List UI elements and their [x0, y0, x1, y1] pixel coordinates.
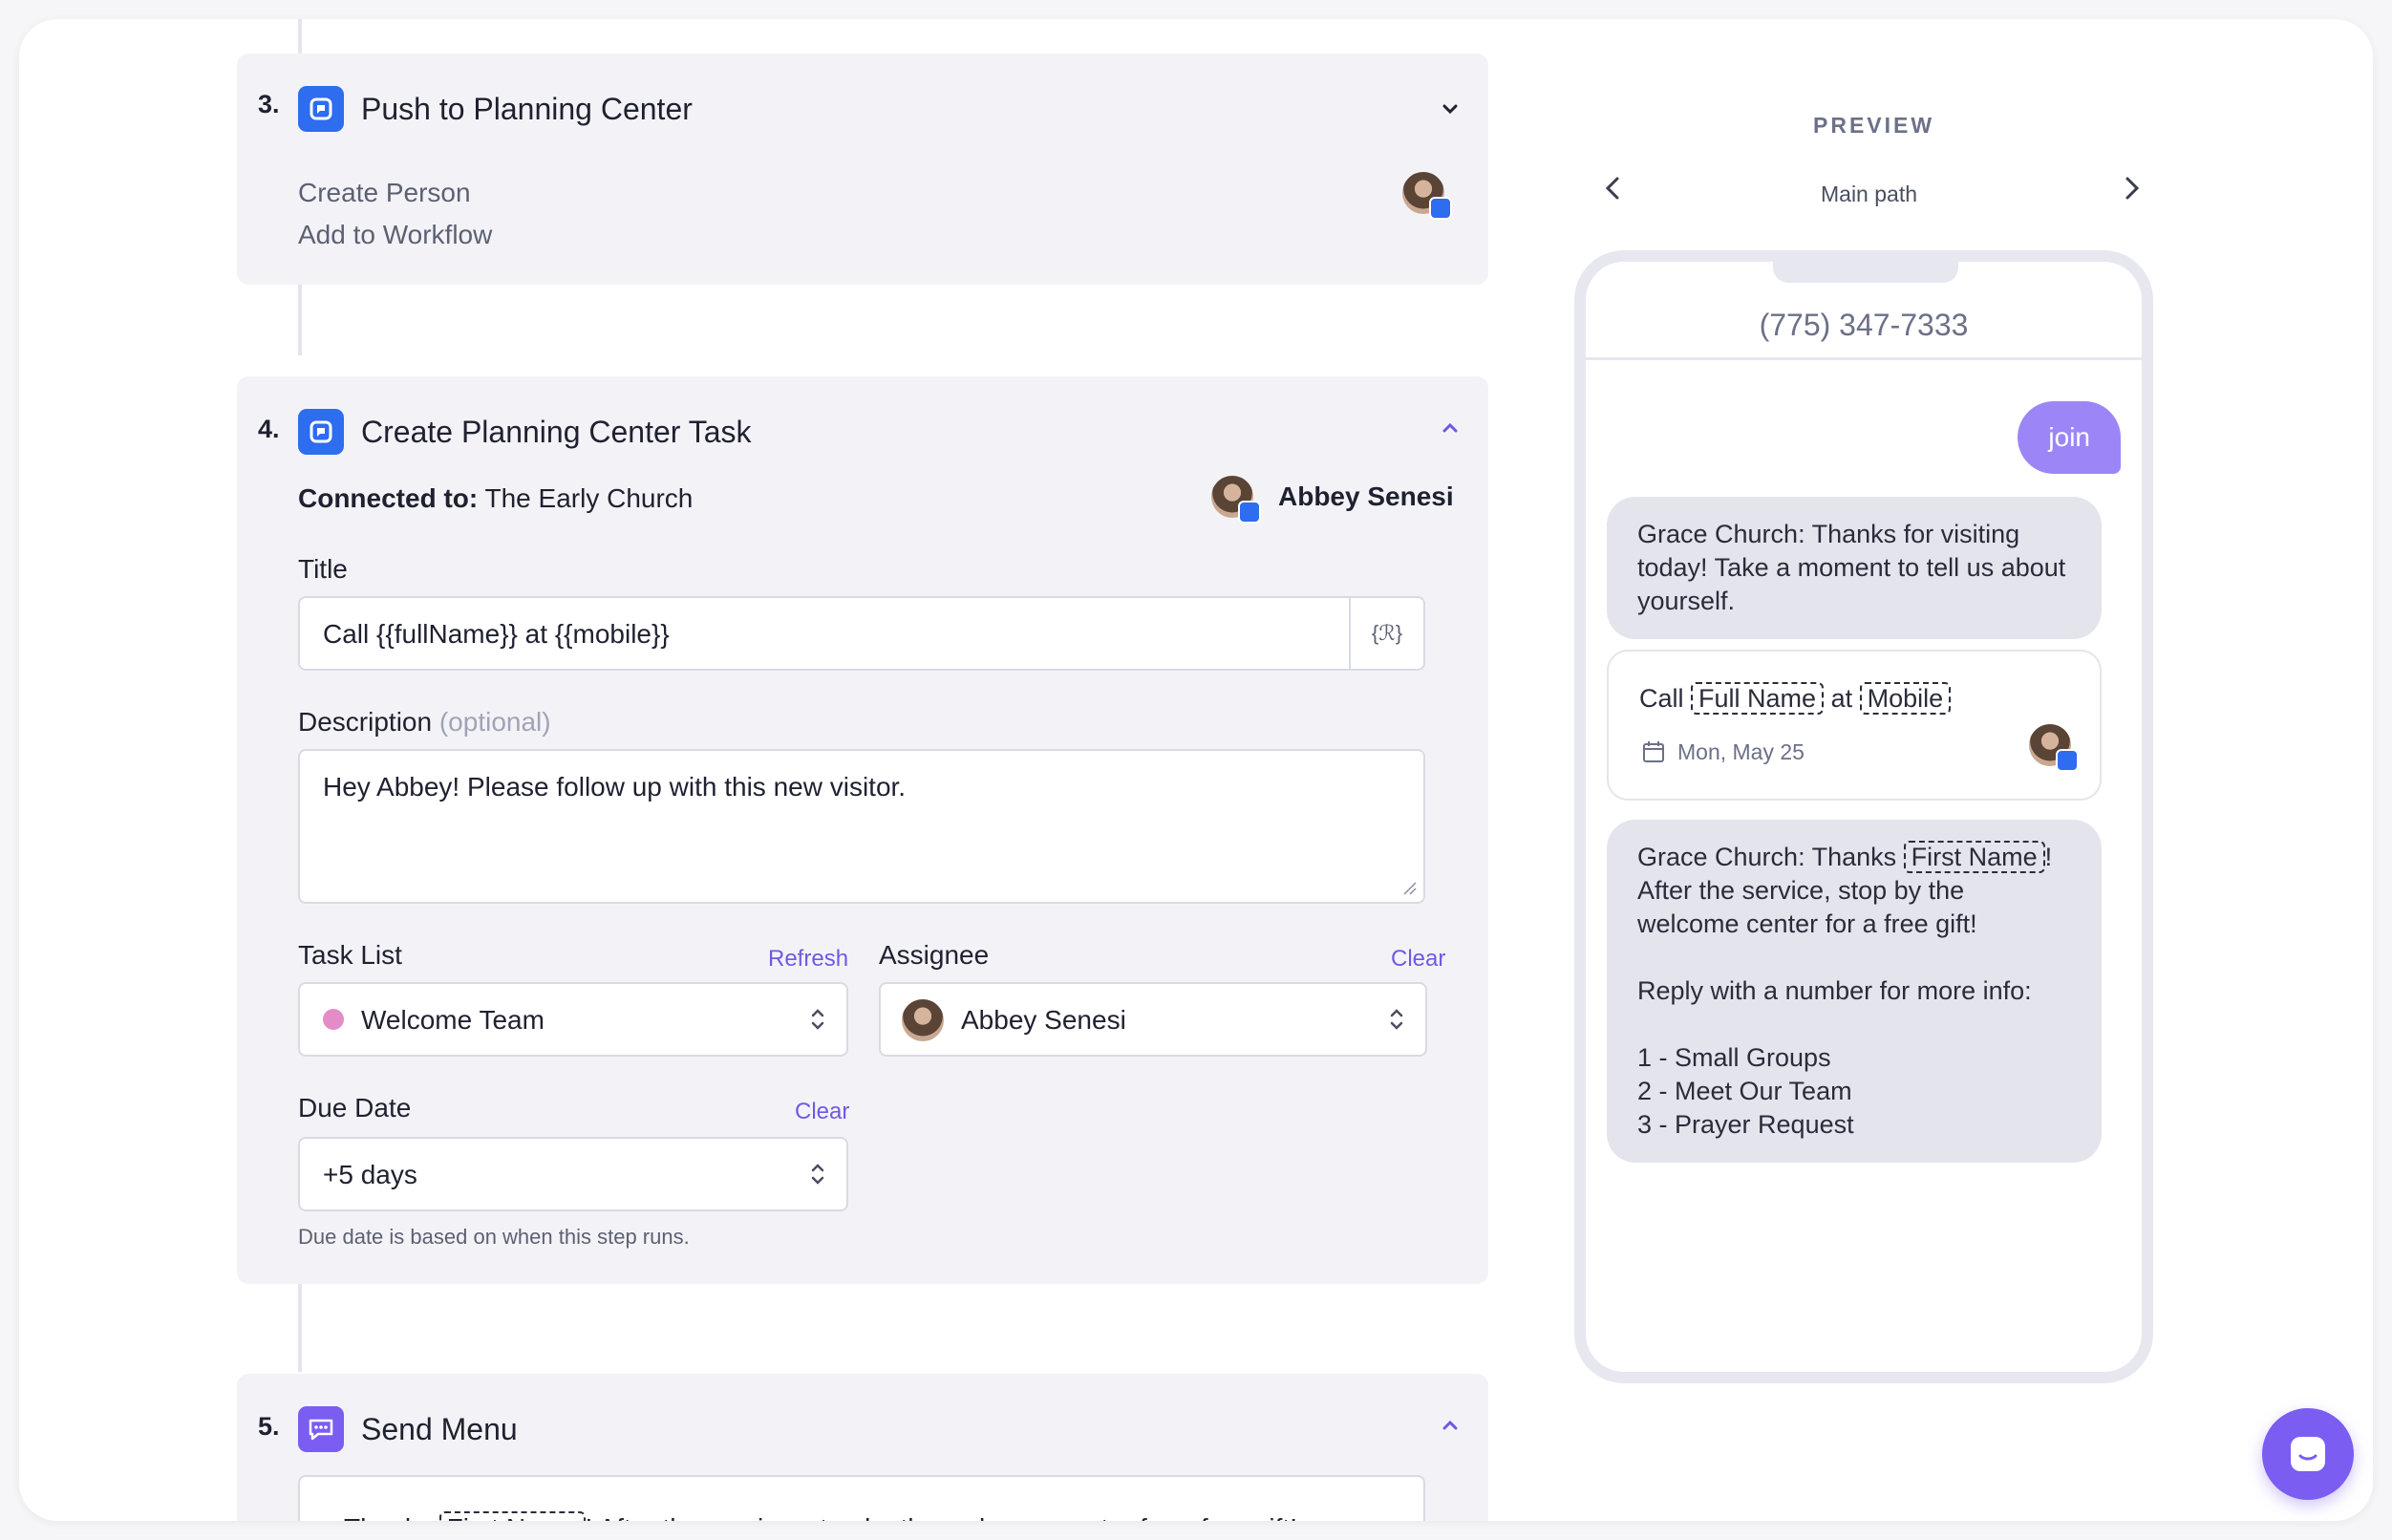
menu-reply-prompt: Reply with a number for more info:: [1637, 976, 2032, 1005]
menu-option: 2 - Meet Our Team: [1637, 1077, 1852, 1105]
due-date-select[interactable]: +5 days: [298, 1137, 848, 1211]
select-updown-icon: [811, 1009, 824, 1030]
step-action-create-person: Create Person: [298, 178, 471, 207]
connected-to: Connected to: The Early Church: [298, 483, 693, 514]
first-name-token[interactable]: First Name: [438, 1511, 586, 1521]
task-preview-title: Call Full Name at Mobile: [1639, 682, 1952, 715]
step-card-push-to-planning-center[interactable]: 3. Push to Planning Center Create Person…: [237, 53, 1488, 285]
variable-button[interactable]: {ℛ}: [1349, 598, 1423, 669]
task-list-select[interactable]: Welcome Team: [298, 982, 848, 1057]
step-action-add-to-workflow: Add to Workflow: [298, 220, 493, 249]
step-number: 4.: [258, 415, 280, 443]
description-value: Hey Abbey! Please follow up with this ne…: [323, 772, 907, 802]
full-name-token: Full Name: [1691, 682, 1825, 715]
refresh-link[interactable]: Refresh: [768, 946, 848, 973]
avatar: [902, 999, 944, 1041]
due-date-clear-link[interactable]: Clear: [795, 1099, 849, 1125]
assignee-clear-link[interactable]: Clear: [1391, 946, 1445, 973]
incoming-message: Grace Church: Thanks for visiting today!…: [1607, 497, 2102, 639]
chevron-down-icon[interactable]: [1437, 96, 1463, 122]
step-card-send-menu: 5. Send Menu Thanks First Name! After th…: [237, 1374, 1488, 1521]
phone-divider: [1586, 357, 2142, 360]
step-title: Create Planning Center Task: [361, 415, 752, 449]
chevron-up-icon[interactable]: [1437, 415, 1463, 441]
description-label-text: Description: [298, 707, 433, 737]
assignee-value: Abbey Senesi: [961, 1005, 1126, 1035]
phone-notch: [1773, 262, 1958, 283]
planning-center-icon: [298, 409, 344, 455]
menu-message-icon: [298, 1406, 344, 1452]
menu-message-text: Thanks First Name! After the service, st…: [344, 1511, 1297, 1521]
avatar: [1211, 476, 1261, 524]
app-frame: 3. Push to Planning Center Create Person…: [19, 19, 2373, 1521]
menu-option: 3 - Prayer Request: [1637, 1110, 1854, 1139]
task-at-text: at: [1830, 684, 1853, 713]
step-title: Send Menu: [361, 1412, 518, 1446]
incoming-menu-message: Grace Church: Thanks First Name! After t…: [1607, 820, 2102, 1163]
planning-center-badge-icon: [2056, 749, 2079, 772]
path-label: Main path: [1821, 182, 1918, 206]
step-card-create-planning-center-task: 4. Create Planning Center Task Connected…: [237, 376, 1488, 1284]
planning-center-badge-icon: [1429, 197, 1452, 220]
description-textarea[interactable]: Hey Abbey! Please follow up with this ne…: [298, 749, 1425, 904]
connected-to-value: The Early Church: [484, 483, 694, 513]
resize-handle-icon[interactable]: [1402, 881, 1418, 896]
mobile-token: Mobile: [1859, 682, 1952, 715]
assignee-select[interactable]: Abbey Senesi: [879, 982, 1427, 1057]
task-preview-card: Call Full Name at Mobile Mon, May 25: [1607, 650, 2102, 801]
menu-message-pre: Thanks: [344, 1513, 432, 1521]
select-updown-icon: [1390, 1009, 1403, 1030]
workflow-editor: 3. Push to Planning Center Create Person…: [82, 19, 2310, 1521]
avatar: [1402, 172, 1452, 220]
step-number: 5.: [258, 1412, 280, 1441]
task-list-value: Welcome Team: [361, 1005, 545, 1035]
step-title: Push to Planning Center: [361, 92, 693, 126]
due-date-hint: Due date is based on when this step runs…: [298, 1225, 690, 1249]
planning-center-icon: [298, 86, 344, 132]
due-date-label: Due Date: [298, 1093, 412, 1123]
due-date-value: +5 days: [323, 1160, 417, 1189]
task-call-text: Call: [1639, 684, 1684, 713]
menu-message-post: ! After the service, stop by the welcome…: [586, 1513, 1297, 1521]
menu-message-body: Grace Church: Thanks First Name! After t…: [1637, 841, 2071, 941]
account-name: Abbey Senesi: [1278, 481, 1454, 511]
task-list-color-dot: [323, 1009, 344, 1030]
step-number: 3.: [258, 90, 280, 118]
phone-number: (775) 347-7333: [1759, 308, 1969, 342]
menu-option: 1 - Small Groups: [1637, 1043, 1831, 1072]
preview-label: PREVIEW: [1813, 113, 1935, 138]
optional-tag: (optional): [438, 707, 551, 737]
chevron-left-icon[interactable]: [1597, 172, 1630, 204]
select-updown-icon: [811, 1164, 824, 1185]
phone-preview: (775) 347-7333 join Grace Church: Thanks…: [1574, 250, 2153, 1383]
outgoing-message: join: [2018, 401, 2121, 474]
title-input-value: Call {{fullName}} at {{mobile}}: [323, 619, 670, 649]
title-input[interactable]: Call {{fullName}} at {{mobile}} {ℛ}: [298, 596, 1425, 671]
title-label: Title: [298, 554, 348, 584]
connected-to-label: Connected to:: [298, 483, 479, 513]
chat-icon: [2291, 1437, 2325, 1471]
task-date: Mon, May 25: [1677, 739, 1805, 764]
support-chat-button[interactable]: [2262, 1408, 2354, 1500]
menu-message-input[interactable]: Thanks First Name! After the service, st…: [298, 1475, 1425, 1521]
assignee-label: Assignee: [879, 940, 990, 970]
variable-icon: {ℛ}: [1371, 621, 1403, 645]
description-label: Description (optional): [298, 707, 551, 738]
task-list-label: Task List: [298, 940, 402, 970]
avatar: [2029, 724, 2079, 772]
chevron-right-icon[interactable]: [2115, 172, 2147, 204]
first-name-token: First Name: [1903, 841, 2045, 873]
planning-center-badge-icon: [1238, 501, 1261, 524]
chevron-up-icon[interactable]: [1437, 1412, 1463, 1439]
menu-message-pre: Grace Church: Thanks: [1637, 843, 1897, 871]
calendar-icon: [1643, 741, 1664, 762]
